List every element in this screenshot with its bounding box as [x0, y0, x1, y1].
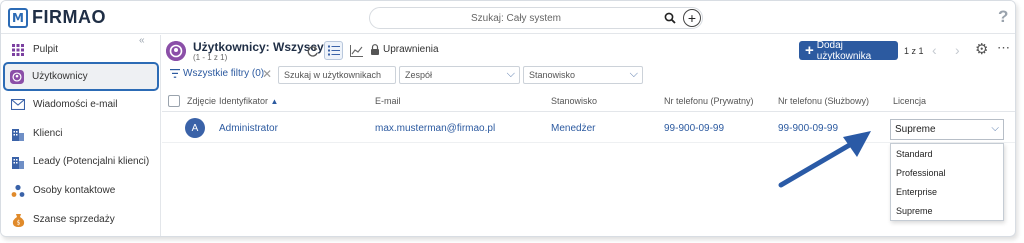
sidebar-item-label: Leady (Potencjalni klienci) — [33, 156, 150, 167]
license-option-professional[interactable]: Professional — [891, 163, 1003, 182]
lock-icon — [371, 44, 379, 55]
sidebar-item-label: Osoby kontaktowe — [33, 185, 116, 196]
global-search-placeholder[interactable]: Szukaj: Cały system — [376, 13, 656, 24]
column-header-photo: Zdjęcie — [187, 96, 217, 106]
chevron-down-icon: ⌵ — [629, 68, 638, 80]
license-option-standard[interactable]: Standard — [891, 144, 1003, 163]
contacts-icon — [11, 184, 25, 198]
chart-view-icon[interactable] — [348, 43, 364, 59]
more-options-icon[interactable]: ⋯ — [997, 40, 1010, 56]
money-bag-icon: $ — [11, 213, 25, 227]
column-header-license[interactable]: Licencja — [893, 96, 926, 106]
help-icon[interactable]: ? — [998, 7, 1008, 27]
list-view-icon[interactable] — [324, 41, 343, 60]
logo-text: FIRMAO — [32, 7, 106, 27]
license-select-value: Supreme — [895, 124, 936, 135]
filter-icon — [170, 69, 180, 78]
prev-page-icon[interactable]: ‹ — [932, 42, 937, 58]
column-header-email[interactable]: E-mail — [375, 96, 401, 106]
sidebar-item-label: Wiadomości e-mail — [33, 99, 118, 110]
sidebar-item-wiadomosci[interactable]: Wiadomości e-mail — [1, 90, 159, 119]
sidebar-item-label: Szanse sprzedaży — [33, 214, 115, 225]
sidebar-item-pulpit[interactable]: Pulpit — [1, 35, 159, 64]
license-dropdown: Standard Professional Enterprise Supreme — [890, 143, 1004, 221]
position-select-label: Stanowisko — [529, 70, 576, 80]
quick-add-icon[interactable]: + — [683, 9, 701, 27]
cell-identifier[interactable]: Administrator — [219, 123, 278, 134]
users-icon — [166, 41, 186, 61]
license-select[interactable]: Supreme ⌵ — [890, 119, 1004, 140]
top-bar: M FIRMAO Szukaj: Cały system + ? — [1, 1, 1015, 34]
user-search-placeholder: Szukaj w użytkownikach — [284, 70, 382, 80]
license-option-enterprise[interactable]: Enterprise — [891, 182, 1003, 201]
column-header-position[interactable]: Stanowisko — [551, 96, 597, 106]
chevron-down-icon: ⌵ — [991, 123, 999, 134]
pager-text: 1 z 1 — [904, 46, 924, 56]
position-select[interactable]: Stanowisko ⌵ — [523, 66, 643, 84]
mail-icon — [11, 98, 25, 112]
table-row[interactable]: A Administrator max.musterman@firmao.pl … — [162, 113, 1015, 143]
annotation-arrow — [778, 131, 871, 188]
table-header: Zdjęcie Identyfikator ▲ E-mail Stanowisk… — [162, 90, 1015, 112]
next-page-icon[interactable]: › — [955, 42, 960, 58]
logo-mark: M — [8, 7, 28, 28]
avatar[interactable]: A — [185, 118, 205, 138]
cell-position[interactable]: Menedżer — [551, 123, 595, 134]
all-filters-link[interactable]: Wszystkie filtry (0) — [170, 68, 264, 79]
select-all-checkbox[interactable] — [168, 95, 180, 107]
team-select[interactable]: Zespół ⌵ — [399, 66, 520, 84]
license-option-supreme[interactable]: Supreme — [891, 201, 1003, 220]
sidebar-item-osoby[interactable]: Osoby kontaktowe — [1, 176, 159, 205]
sidebar-item-label: Użytkownicy — [32, 71, 88, 82]
column-header-identifier-label: Identyfikator — [219, 96, 269, 106]
main-content: Użytkownicy: Wszyscy (1 - 1 z 1) Uprawni… — [162, 35, 1015, 236]
sidebar-item-szanse[interactable]: $ Szanse sprzedaży — [1, 205, 159, 234]
sidebar-item-klienci[interactable]: Klienci — [1, 119, 159, 148]
cell-email[interactable]: max.musterman@firmao.pl — [375, 123, 495, 134]
all-filters-label: Wszystkie filtry (0) — [183, 68, 265, 79]
column-header-phone-private[interactable]: Nr telefonu (Prywatny) — [664, 96, 754, 106]
users-icon — [10, 69, 24, 84]
sidebar-item-uzytkownicy[interactable]: Użytkownicy — [3, 62, 159, 91]
column-header-phone-work[interactable]: Nr telefonu (Służbowy) — [778, 96, 869, 106]
sidebar-item-label: Klienci — [33, 128, 63, 139]
building-icon — [11, 127, 25, 141]
clear-filters-icon[interactable]: ✕ — [262, 67, 272, 81]
sidebar-item-label: Pulpit — [33, 44, 59, 55]
cell-phone-private[interactable]: 99-900-09-99 — [664, 123, 724, 134]
sidebar-item-leady[interactable]: Leady (Potencjalni klienci) — [1, 147, 159, 176]
permissions-label: Uprawnienia — [383, 44, 439, 55]
sort-ascending-icon: ▲ — [270, 97, 279, 106]
sidebar: « Pulpit Użytkownicy Wiadomości e-mail K… — [1, 35, 161, 236]
plus-icon: + — [805, 42, 814, 59]
permissions-link[interactable]: Uprawnienia — [370, 44, 439, 55]
team-select-label: Zespół — [405, 70, 433, 80]
chevron-down-icon: ⌵ — [506, 68, 515, 80]
grid-icon — [11, 43, 25, 57]
building-icon — [11, 155, 25, 169]
refresh-icon[interactable] — [304, 43, 320, 59]
user-search-input[interactable]: Szukaj w użytkownikach — [278, 66, 396, 84]
app-window: M FIRMAO Szukaj: Cały system + ? « Pulpi… — [0, 0, 1016, 237]
search-icon[interactable] — [664, 12, 676, 24]
page-record-count: (1 - 1 z 1) — [193, 53, 228, 62]
logo[interactable]: M FIRMAO — [8, 7, 106, 28]
svg-text:$: $ — [16, 219, 20, 226]
add-user-label: Dodaj użytkownika — [816, 39, 872, 62]
gear-icon[interactable]: ⚙ — [975, 40, 988, 58]
add-user-button[interactable]: + Dodaj użytkownika — [799, 39, 898, 62]
global-search-bar[interactable]: Szukaj: Cały system + — [369, 7, 703, 29]
column-header-identifier[interactable]: Identyfikator ▲ — [219, 96, 278, 106]
